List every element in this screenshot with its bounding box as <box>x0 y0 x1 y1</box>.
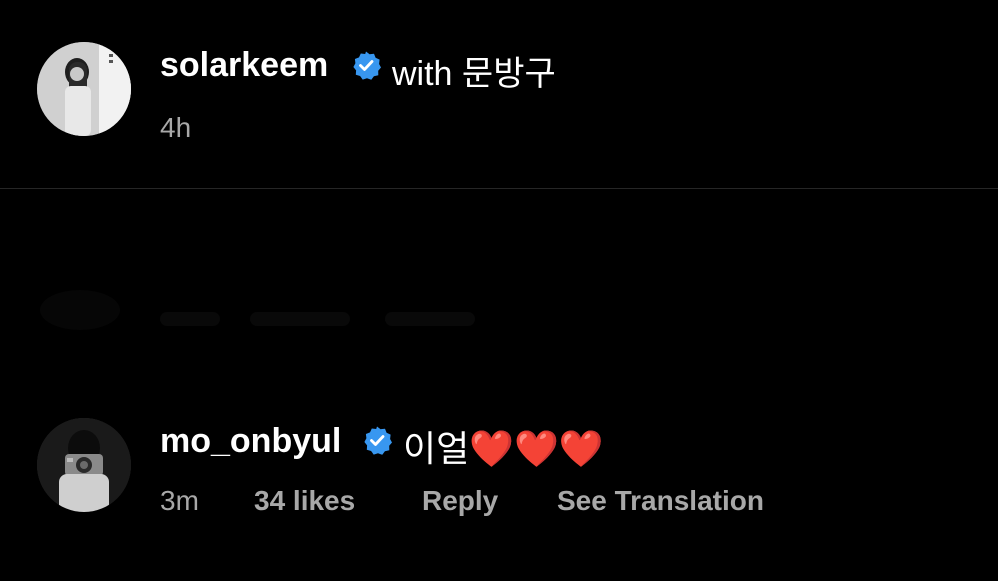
verified-badge-icon <box>364 426 392 455</box>
faded-comment-row <box>40 290 500 340</box>
post-header: solarkeem with 문방구 4h <box>0 0 998 190</box>
avatar-photo-icon <box>37 418 131 512</box>
reply-button[interactable]: Reply <box>422 485 498 517</box>
faded-avatar <box>40 290 120 330</box>
post-username[interactable]: solarkeem <box>160 46 328 85</box>
post-timestamp: 4h <box>160 112 192 143</box>
faded-meta <box>250 312 350 326</box>
avatar-solarkeem[interactable] <box>37 42 131 136</box>
avatar-mo_onbyul[interactable] <box>37 418 131 512</box>
comment-likes-link[interactable]: 34 likes <box>254 485 355 517</box>
section-divider <box>0 188 998 189</box>
avatar-photo-icon <box>37 42 131 136</box>
see-translation-button[interactable]: See Translation <box>557 485 764 517</box>
verified-badge-icon <box>353 51 381 80</box>
comment-username[interactable]: mo_onbyul <box>160 422 341 461</box>
collaborator-text[interactable]: with 문방구 <box>392 46 556 95</box>
comment-timestamp: 3m <box>160 485 199 516</box>
faded-meta <box>385 312 475 326</box>
comment-text: 이얼❤️❤️❤️ <box>403 428 604 469</box>
faded-meta <box>160 312 220 326</box>
